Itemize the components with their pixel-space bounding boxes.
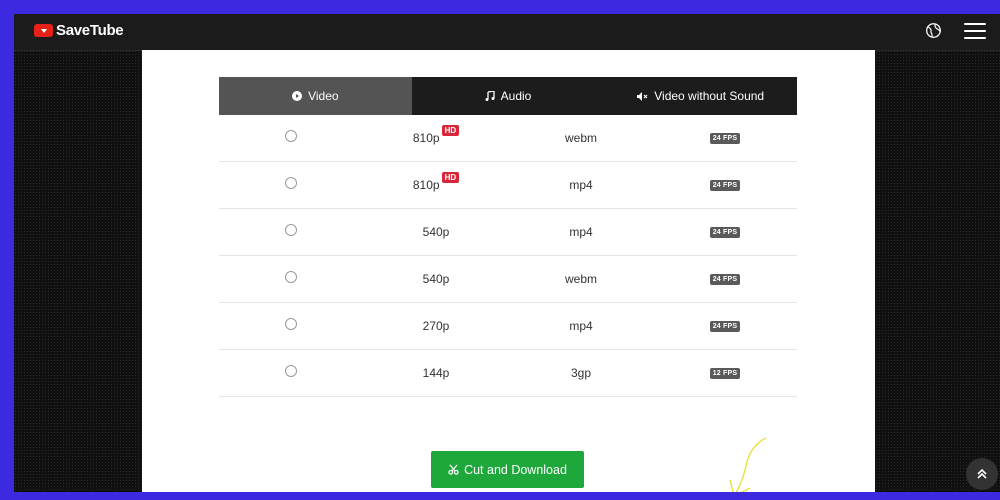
format-radio[interactable] bbox=[285, 318, 297, 330]
file-format: mp4 bbox=[569, 178, 593, 192]
hd-badge: HD bbox=[441, 124, 460, 136]
tab-video-label: Video bbox=[308, 89, 339, 103]
play-circle-icon bbox=[292, 91, 303, 101]
table-row[interactable]: 144p 3gp 12 FPS bbox=[219, 350, 797, 397]
hamburger-menu-icon[interactable] bbox=[964, 23, 986, 39]
file-format: mp4 bbox=[569, 225, 593, 239]
resolution: 270p bbox=[422, 319, 450, 333]
file-format: webm bbox=[564, 272, 597, 286]
download-options-card: Video Audio Video without Sound 810p HD … bbox=[142, 50, 875, 492]
brand-name: SaveTube bbox=[56, 22, 124, 39]
resolution: 540p bbox=[422, 272, 450, 286]
tab-audio-label: Audio bbox=[500, 89, 532, 103]
format-radio[interactable] bbox=[285, 130, 297, 142]
tab-video-without-sound-label: Video without Sound bbox=[654, 89, 765, 103]
table-row[interactable]: 540p webm 24 FPS bbox=[219, 256, 797, 303]
scissors-icon bbox=[448, 464, 459, 475]
fps-badge: 24 FPS bbox=[709, 226, 741, 238]
formats-table: 810p HD webm 24 FPS 810p HD mp4 24 FPS 540… bbox=[219, 115, 797, 397]
fps-badge: 24 FPS bbox=[709, 179, 741, 191]
volume-mute-icon bbox=[637, 91, 648, 101]
resolution: 810p bbox=[412, 131, 440, 145]
annotation-arrow-icon bbox=[729, 437, 767, 492]
fps-badge: 24 FPS bbox=[709, 132, 741, 144]
format-radio[interactable] bbox=[285, 271, 297, 283]
file-format: mp4 bbox=[569, 319, 593, 333]
youtube-logo-icon bbox=[34, 24, 53, 37]
fps-badge: 24 FPS bbox=[709, 273, 741, 285]
resolution: 810p bbox=[412, 178, 440, 192]
format-radio[interactable] bbox=[285, 177, 297, 189]
download-button-label: Cut and Download bbox=[464, 462, 567, 477]
table-row[interactable]: 270p mp4 24 FPS bbox=[219, 303, 797, 350]
cut-and-download-button[interactable]: Cut and Download bbox=[431, 451, 584, 488]
globe-icon[interactable] bbox=[925, 22, 942, 39]
file-format: webm bbox=[564, 131, 597, 145]
tab-audio[interactable]: Audio bbox=[412, 77, 605, 115]
format-radio[interactable] bbox=[285, 365, 297, 377]
savetube-logo[interactable]: SaveTube bbox=[34, 22, 124, 39]
tab-video[interactable]: Video bbox=[219, 77, 412, 115]
fps-badge: 12 FPS bbox=[709, 367, 741, 379]
scroll-to-top-button[interactable] bbox=[966, 458, 998, 490]
table-row[interactable]: 810p HD mp4 24 FPS bbox=[219, 162, 797, 209]
double-chevron-up-icon bbox=[977, 468, 987, 479]
browser-viewport: SaveTube Video Audio Video without Sound… bbox=[14, 14, 1000, 492]
fps-badge: 24 FPS bbox=[709, 320, 741, 332]
tab-video-without-sound[interactable]: Video without Sound bbox=[604, 77, 797, 115]
table-row[interactable]: 810p HD webm 24 FPS bbox=[219, 115, 797, 162]
resolution: 144p bbox=[422, 366, 450, 380]
top-navbar: SaveTube bbox=[14, 14, 1000, 51]
music-note-icon bbox=[485, 91, 495, 101]
table-row[interactable]: 540p mp4 24 FPS bbox=[219, 209, 797, 256]
format-tabs: Video Audio Video without Sound bbox=[219, 77, 797, 115]
hd-badge: HD bbox=[441, 171, 460, 183]
resolution: 540p bbox=[422, 225, 450, 239]
file-format: 3gp bbox=[570, 366, 592, 380]
format-radio[interactable] bbox=[285, 224, 297, 236]
